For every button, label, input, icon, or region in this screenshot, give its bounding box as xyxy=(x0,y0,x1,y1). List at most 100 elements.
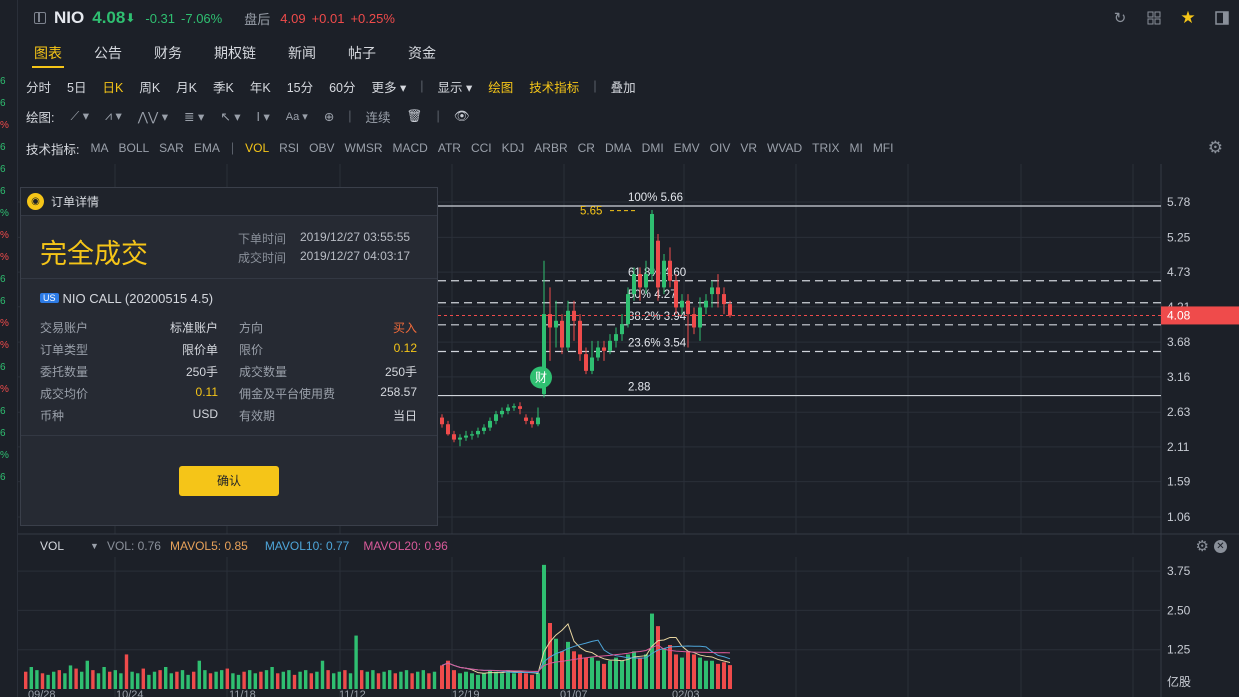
line-tool-icon[interactable]: ⟋ ▾ xyxy=(62,108,97,124)
indicator-rsi[interactable]: RSI xyxy=(274,141,304,155)
confirm-button[interactable]: 确认 xyxy=(179,466,279,496)
volume-bar xyxy=(500,673,504,689)
draw-toggle[interactable]: 绘图 xyxy=(480,77,521,96)
indicator-emv[interactable]: EMV xyxy=(669,141,705,155)
continuous-toggle[interactable]: 连续 xyxy=(358,107,399,126)
indicator-sar[interactable]: SAR xyxy=(154,141,189,155)
date-label: 02/03 xyxy=(672,689,700,697)
indicator-ma[interactable]: MA xyxy=(85,141,113,155)
measure-tool-icon[interactable]: I ▾ xyxy=(249,109,278,124)
indicator-vr[interactable]: VR xyxy=(735,141,762,155)
indicator-mfi[interactable]: MFI xyxy=(868,141,899,155)
indicator-trix[interactable]: TRIX xyxy=(807,141,844,155)
candle-body xyxy=(632,274,636,295)
candle-body xyxy=(698,307,702,328)
candle-body xyxy=(446,424,450,435)
order-status: 完全成交 xyxy=(40,239,148,269)
overlay-button[interactable]: 叠加 xyxy=(603,77,644,96)
indicator-macd[interactable]: MACD xyxy=(388,141,433,155)
volume-bar xyxy=(264,670,269,689)
volume-bar xyxy=(382,671,386,689)
period-3[interactable]: 周K xyxy=(131,77,168,96)
refresh-icon[interactable]: ↻ xyxy=(1103,0,1137,36)
divider: | xyxy=(230,141,235,155)
order-field-value: 限价单 xyxy=(181,343,218,357)
volume-bar xyxy=(722,662,726,689)
display-dropdown[interactable]: 显示 ▾ xyxy=(430,77,481,96)
zoom-icon[interactable]: ⊕ xyxy=(316,109,342,124)
indicators-toggle[interactable]: 技术指标 xyxy=(521,77,587,96)
watchlist-change: % xyxy=(0,450,9,461)
indicator-arbr[interactable]: ARBR xyxy=(529,141,572,155)
more-dropdown[interactable]: 更多 ▾ xyxy=(364,77,415,96)
volume-bar xyxy=(578,654,582,689)
volume-bar xyxy=(225,668,229,689)
polyline-tool-icon[interactable]: ⩘ ▾ xyxy=(97,108,130,124)
indicator-boll[interactable]: BOLL xyxy=(113,141,154,155)
indicator-cci[interactable]: CCI xyxy=(466,141,497,155)
eye-icon[interactable]: 👁 xyxy=(446,109,478,124)
volume-bar xyxy=(590,657,594,689)
order-field-value: 250手 xyxy=(185,365,218,379)
indicator-obv[interactable]: OBV xyxy=(304,141,339,155)
period-7[interactable]: 15分 xyxy=(279,77,321,96)
period-2[interactable]: 日K xyxy=(94,77,131,96)
indicator-wvad[interactable]: WVAD xyxy=(762,141,807,155)
tab-3[interactable]: 期权链 xyxy=(198,38,272,68)
tab-4[interactable]: 新闻 xyxy=(272,38,332,68)
period-6[interactable]: 年K xyxy=(242,77,279,96)
period-8[interactable]: 60分 xyxy=(321,77,363,96)
order-field-label: 币种 xyxy=(40,409,65,423)
indicator-dma[interactable]: DMA xyxy=(600,141,637,155)
period-1[interactable]: 5日 xyxy=(59,77,94,96)
indicator-oiv[interactable]: OIV xyxy=(705,141,736,155)
volume-bar xyxy=(365,671,369,689)
close-icon[interactable]: ✕ xyxy=(1214,539,1227,553)
volume-bar xyxy=(80,671,84,689)
after-hours-price: 4.09 xyxy=(280,10,306,26)
tab-6[interactable]: 资金 xyxy=(392,38,452,68)
tab-5[interactable]: 帖子 xyxy=(332,38,392,68)
chevron-down-icon[interactable]: ▼ xyxy=(90,541,99,551)
indicator-cr[interactable]: CR xyxy=(573,141,600,155)
order-field-value: USD xyxy=(192,407,218,421)
indicator-dmi[interactable]: DMI xyxy=(637,141,669,155)
sidebar-toggle-icon[interactable] xyxy=(34,12,46,24)
tab-0[interactable]: 图表 xyxy=(18,38,78,68)
volume-bar xyxy=(220,670,224,689)
trash-icon[interactable]: 🗑 xyxy=(399,109,431,124)
grid-icon[interactable] xyxy=(1137,0,1171,36)
fib-tool-icon[interactable]: ≣ ▾ xyxy=(176,109,212,124)
indicator-wmsr[interactable]: WMSR xyxy=(340,141,388,155)
period-5[interactable]: 季K xyxy=(205,77,242,96)
indicator-vol[interactable]: VOL xyxy=(240,141,274,155)
period-0[interactable]: 分时 xyxy=(18,77,59,96)
panel-toggle-icon[interactable] xyxy=(1205,0,1239,36)
divider: | xyxy=(420,79,424,93)
vol-title[interactable]: VOL xyxy=(40,539,64,553)
order-time-label: 下单时间 xyxy=(238,232,287,246)
period-4[interactable]: 月K xyxy=(168,77,205,96)
arrow-tool-icon[interactable]: ↖ ▾ xyxy=(212,109,248,124)
settings-icon[interactable]: ⚙ xyxy=(1208,138,1223,158)
volume-bar xyxy=(74,668,78,689)
volume-bar xyxy=(542,564,546,689)
indicator-kdj[interactable]: KDJ xyxy=(497,141,530,155)
volume-bar xyxy=(180,670,185,689)
indicator-ema[interactable]: EMA xyxy=(189,141,225,155)
volume-bar xyxy=(716,663,720,689)
indicator-mi[interactable]: MI xyxy=(844,141,867,155)
star-icon[interactable]: ★ xyxy=(1171,0,1205,36)
gear-icon[interactable]: ⚙ xyxy=(1196,537,1209,555)
watchlist-strip: 6 6% 6 6 6%%% 6 6%% 6% 6 6% 6 xyxy=(0,0,18,697)
indicator-atr[interactable]: ATR xyxy=(433,141,466,155)
candle-body xyxy=(572,310,576,321)
date-label: 10/24 xyxy=(116,689,144,697)
tab-2[interactable]: 财务 xyxy=(138,38,198,68)
watchlist-change: % xyxy=(0,252,9,263)
candle-body xyxy=(620,324,624,335)
text-tool-icon[interactable]: Aa ▾ xyxy=(278,110,316,123)
pattern-tool-icon[interactable]: ⋀⋁ ▾ xyxy=(130,109,176,124)
tab-1[interactable]: 公告 xyxy=(78,38,138,68)
volume-bar xyxy=(208,673,213,689)
